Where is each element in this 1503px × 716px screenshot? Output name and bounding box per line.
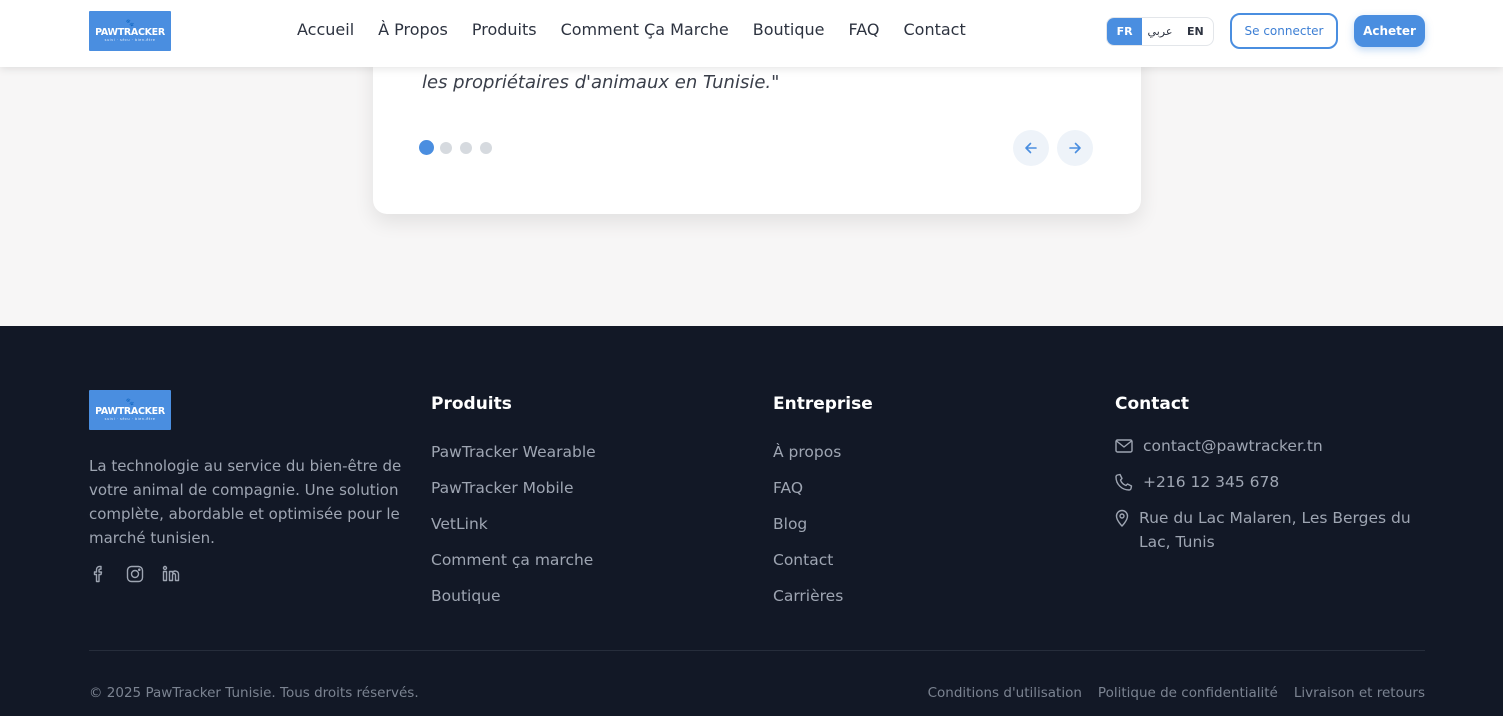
nav-item-produits[interactable]: Produits xyxy=(472,19,537,41)
mail-icon xyxy=(1115,434,1143,458)
legal-link-shipping[interactable]: Livraison et retours xyxy=(1294,685,1425,701)
buy-button[interactable]: Acheter xyxy=(1354,15,1425,47)
lang-fr-button[interactable]: FR xyxy=(1107,18,1143,45)
carousel-prev-button[interactable] xyxy=(1013,130,1049,166)
carousel-dot-1[interactable] xyxy=(419,140,434,155)
footer-link-mobile[interactable]: PawTracker Mobile xyxy=(431,470,596,506)
logo-tagline: suivi · sécu · bien-être xyxy=(104,416,156,421)
nav-item-a-propos[interactable]: À Propos xyxy=(378,19,448,41)
footer-link-wearable[interactable]: PawTracker Wearable xyxy=(431,434,596,470)
footer-link-about[interactable]: À propos xyxy=(773,434,873,470)
testimonial-quote: les propriétaires d'animaux en Tunisie." xyxy=(422,72,780,93)
footer-link-shop[interactable]: Boutique xyxy=(431,578,596,614)
site-footer: 🐾 PAWTRACKER suivi · sécu · bien-être La… xyxy=(0,326,1503,716)
contact-email[interactable]: contact@pawtracker.tn xyxy=(1143,434,1323,458)
social-links xyxy=(89,564,181,584)
contact-address: Rue du Lac Malaren, Les Berges du Lac, T… xyxy=(1139,509,1411,551)
footer-contact-column: Contact contact@pawtracker.tn +216 12 34… xyxy=(1115,392,1435,566)
nav-item-accueil[interactable]: Accueil xyxy=(297,19,354,41)
nav-item-contact[interactable]: Contact xyxy=(904,19,966,41)
phone-icon xyxy=(1115,470,1143,494)
footer-contact-title: Contact xyxy=(1115,394,1190,414)
footer-link-how-it-works[interactable]: Comment ça marche xyxy=(431,542,596,578)
lang-en-button[interactable]: EN xyxy=(1178,18,1213,45)
linkedin-icon[interactable] xyxy=(161,564,181,584)
carousel-next-button[interactable] xyxy=(1057,130,1093,166)
header-logo[interactable]: 🐾 PAWTRACKER suivi · sécu · bien-être xyxy=(89,11,171,51)
footer-link-careers[interactable]: Carrières xyxy=(773,578,873,614)
logo-brand: PAWTRACKER xyxy=(95,405,165,417)
arrow-right-icon xyxy=(1069,142,1081,154)
login-button[interactable]: Se connecter xyxy=(1230,13,1338,49)
contact-phone[interactable]: +216 12 345 678 xyxy=(1143,470,1279,494)
footer-products-column: Produits PawTracker Wearable PawTracker … xyxy=(431,392,596,614)
footer-link-vetlink[interactable]: VetLink xyxy=(431,506,596,542)
legal-links: Conditions d'utilisation Politique de co… xyxy=(928,685,1425,701)
nav-item-comment-ca-marche[interactable]: Comment Ça Marche xyxy=(561,19,729,41)
carousel-dot-4[interactable] xyxy=(480,141,492,154)
footer-link-faq[interactable]: FAQ xyxy=(773,470,873,506)
carousel-dot-2[interactable] xyxy=(440,141,452,154)
logo-tagline: suivi · sécu · bien-être xyxy=(104,37,156,42)
main-nav: Accueil À Propos Produits Comment Ça Mar… xyxy=(297,19,990,41)
legal-link-terms[interactable]: Conditions d'utilisation xyxy=(928,685,1082,701)
footer-logo[interactable]: 🐾 PAWTRACKER suivi · sécu · bien-être xyxy=(89,390,171,430)
carousel-dot-3[interactable] xyxy=(460,141,472,154)
lang-ar-button[interactable]: عربي xyxy=(1142,18,1177,45)
contact-address-row: Rue du Lac Malaren, Les Berges du Lac, T… xyxy=(1115,506,1435,554)
nav-item-boutique[interactable]: Boutique xyxy=(753,19,825,41)
site-header: 🐾 PAWTRACKER suivi · sécu · bien-être Ac… xyxy=(0,0,1503,67)
nav-item-faq[interactable]: FAQ xyxy=(849,19,880,41)
instagram-icon[interactable] xyxy=(125,564,145,584)
paw-icon: 🐾 xyxy=(125,397,135,406)
footer-link-contact[interactable]: Contact xyxy=(773,542,873,578)
footer-products-title: Produits xyxy=(431,394,512,414)
contact-phone-row[interactable]: +216 12 345 678 xyxy=(1115,470,1435,494)
map-pin-icon xyxy=(1115,506,1139,530)
footer-link-blog[interactable]: Blog xyxy=(773,506,873,542)
footer-divider xyxy=(89,650,1425,651)
footer-company-title: Entreprise xyxy=(773,394,873,414)
contact-email-row[interactable]: contact@pawtracker.tn xyxy=(1115,434,1435,458)
carousel-dots xyxy=(419,140,500,155)
arrow-left-icon xyxy=(1025,142,1037,154)
copyright-text: © 2025 PawTracker Tunisie. Tous droits r… xyxy=(89,685,419,701)
logo-brand: PAWTRACKER xyxy=(95,26,165,38)
language-switcher: FR عربي EN xyxy=(1106,17,1214,46)
paw-icon: 🐾 xyxy=(125,18,135,27)
footer-about-text: La technologie au service du bien-être d… xyxy=(89,457,402,547)
facebook-icon[interactable] xyxy=(89,564,109,584)
footer-company-column: Entreprise À propos FAQ Blog Contact Car… xyxy=(773,392,873,614)
legal-link-privacy[interactable]: Politique de confidentialité xyxy=(1098,685,1278,701)
